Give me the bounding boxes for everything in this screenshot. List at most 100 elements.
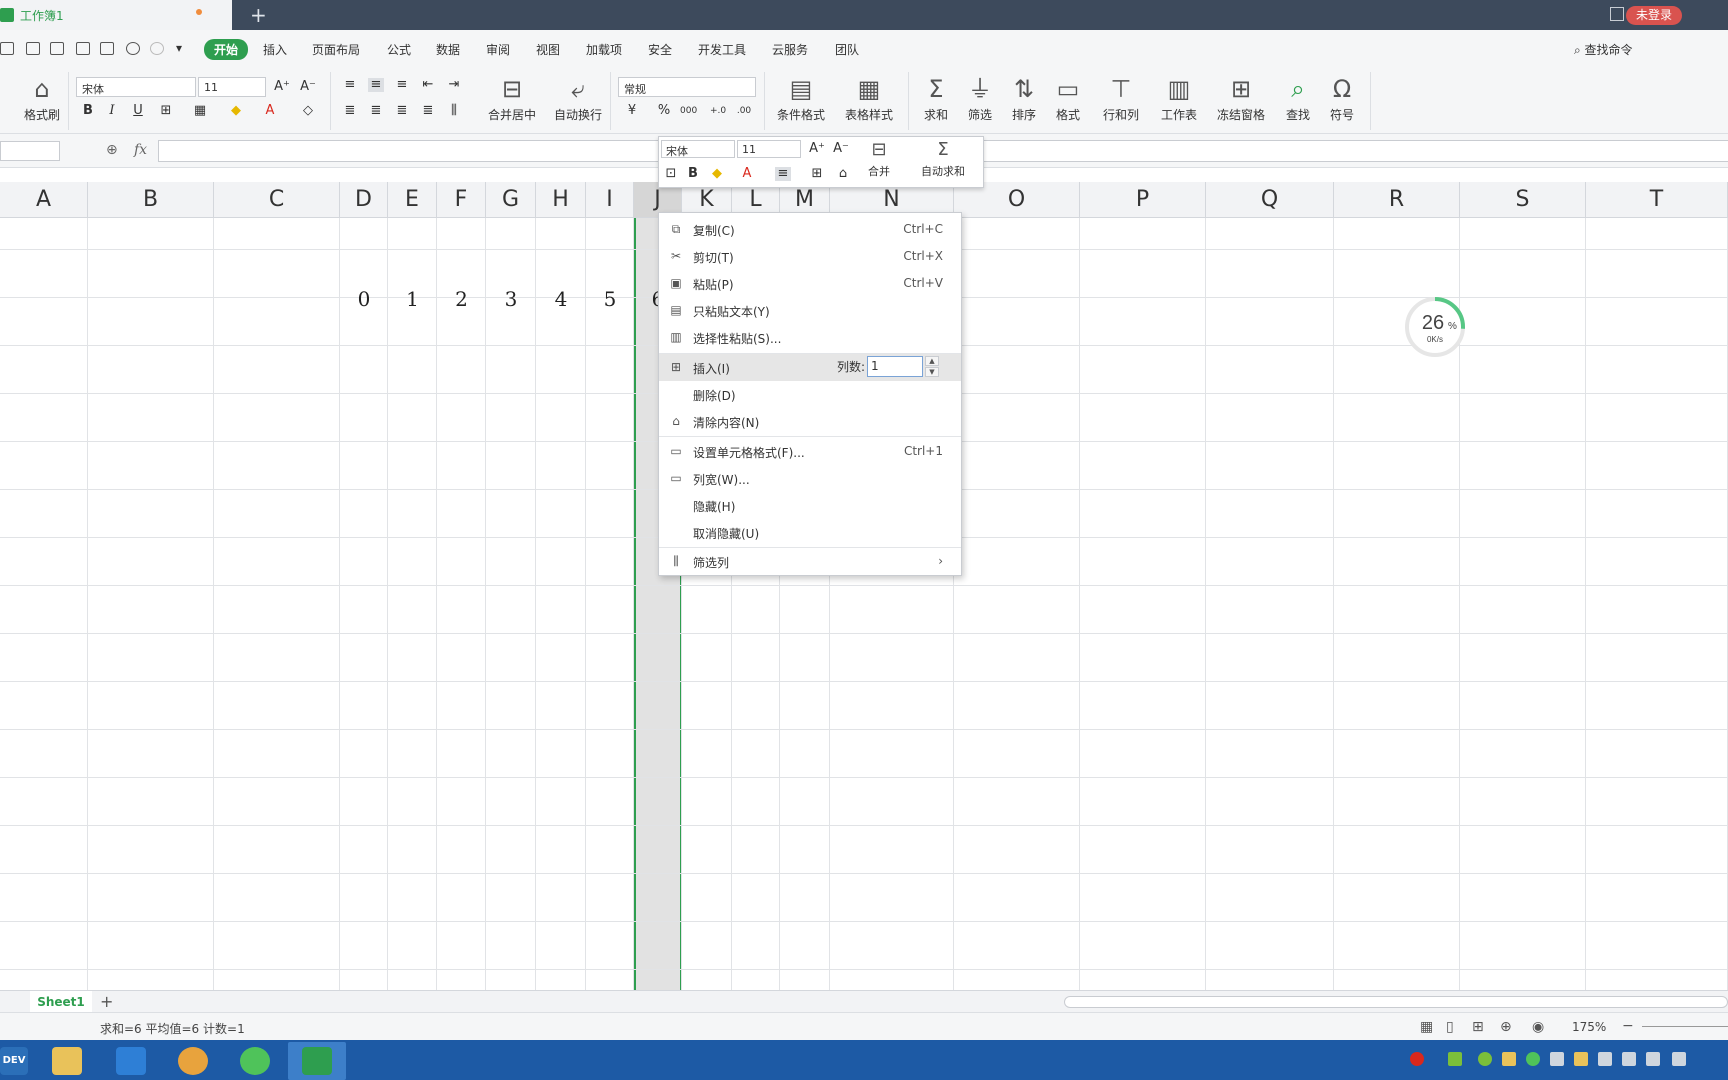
column-header-g[interactable]: G — [486, 182, 536, 218]
network-icon[interactable] — [1672, 1052, 1686, 1066]
mini-shrink-font-icon[interactable]: A⁻ — [833, 142, 849, 156]
clear-format-icon[interactable]: ◇ — [300, 104, 316, 118]
tray-display-icon[interactable] — [1598, 1052, 1612, 1066]
align-middle-icon[interactable]: ≡ — [368, 78, 384, 92]
worksheet-button[interactable]: ▥ 工作表 — [1154, 76, 1204, 123]
menu-team[interactable]: 团队 — [835, 41, 859, 58]
taskbar-feishu[interactable] — [102, 1042, 160, 1080]
cell-value[interactable]: 5 — [590, 287, 630, 311]
cell-value[interactable]: 4 — [541, 287, 581, 311]
tray-folder-icon[interactable] — [1574, 1052, 1588, 1066]
tray-app-icon[interactable] — [1448, 1052, 1462, 1066]
menu-view[interactable]: 视图 — [536, 41, 560, 58]
align-right-icon[interactable]: ≣ — [394, 104, 410, 118]
wrap-text-button[interactable]: ⤶ 自动换行 — [550, 76, 606, 123]
mini-autosum-button[interactable]: Σ 自动求和 — [907, 139, 979, 179]
taskbar-wps-spreadsheet[interactable] — [288, 1042, 346, 1080]
redo-icon[interactable] — [150, 42, 164, 55]
menu-home[interactable]: 开始 — [204, 39, 249, 60]
print-icon[interactable] — [76, 42, 90, 55]
align-center-icon[interactable]: ≣ — [368, 104, 384, 118]
find-button[interactable]: ⌕ 查找 — [1278, 76, 1318, 123]
column-header-q[interactable]: Q — [1206, 182, 1334, 218]
column-header-h[interactable]: H — [536, 182, 586, 218]
column-header-r[interactable]: R — [1334, 182, 1460, 218]
column-header-s[interactable]: S — [1460, 182, 1586, 218]
menu-formulas[interactable]: 公式 — [387, 41, 411, 58]
network-speed-widget[interactable]: 26 % 0K/s — [1404, 296, 1466, 358]
column-header-t[interactable]: T — [1586, 182, 1728, 218]
borders-icon[interactable]: ⊞ — [158, 104, 174, 118]
spin-down-icon[interactable]: ▼ — [925, 367, 939, 377]
table-style-button[interactable]: ▦ 表格样式 — [838, 76, 900, 123]
mini-grow-font-icon[interactable]: A⁺ — [809, 142, 825, 156]
sort-button[interactable]: ⇅ 排序 — [1004, 76, 1044, 123]
menu-paste-special[interactable]: ▥ 选择性粘贴(S)... — [659, 324, 961, 351]
filter-button[interactable]: ⏚ 筛选 — [960, 76, 1000, 123]
decrease-indent-icon[interactable]: ⇤ — [420, 78, 436, 92]
cell-value[interactable]: 3 — [491, 287, 531, 311]
mini-clear-icon[interactable]: ⌂ — [835, 167, 851, 181]
menu-cut[interactable]: ✂ 剪切(T) Ctrl+X — [659, 243, 961, 270]
menu-review[interactable]: 审阅 — [486, 41, 510, 58]
shrink-font-icon[interactable]: A⁻ — [300, 80, 316, 94]
conditional-format-button[interactable]: ▤ 条件格式 — [770, 76, 832, 123]
tray-device-icon[interactable] — [1622, 1052, 1636, 1066]
decrease-decimal-icon[interactable]: .00 — [736, 104, 752, 118]
menu-format-cells[interactable]: ▭ 设置单元格格式(F)... Ctrl+1 — [659, 438, 961, 465]
menu-developer[interactable]: 开发工具 — [698, 41, 746, 58]
volume-icon[interactable] — [1646, 1052, 1660, 1066]
tray-yellow-icon[interactable] — [1502, 1052, 1516, 1066]
align-top-icon[interactable]: ≡ — [342, 78, 358, 92]
sogou-icon[interactable] — [1410, 1052, 1424, 1066]
fill-style-icon[interactable]: ▦ — [192, 104, 208, 118]
mini-bold-button[interactable]: B — [685, 167, 701, 181]
window-layout-icon[interactable] — [1610, 7, 1624, 21]
normal-view-icon[interactable]: ▦ — [1420, 1019, 1433, 1035]
menu-clear-contents[interactable]: ⌂ 清除内容(N) — [659, 408, 961, 435]
column-header-c[interactable]: C — [214, 182, 340, 218]
sum-button[interactable]: Σ 求和 — [916, 76, 956, 123]
merge-center-button[interactable]: ⊟ 合并居中 — [482, 76, 542, 123]
cell-value[interactable]: 2 — [442, 287, 482, 311]
open-icon[interactable] — [0, 42, 14, 55]
insert-count-input[interactable]: 1 — [867, 356, 923, 377]
taskbar-wechat[interactable] — [226, 1042, 284, 1080]
zoom-level[interactable]: 175% — [1572, 1020, 1606, 1034]
thousands-icon[interactable]: 000 — [680, 104, 697, 118]
mini-borders-icon[interactable]: ⊞ — [809, 167, 825, 181]
menu-unhide[interactable]: 取消隐藏(U) — [659, 519, 961, 546]
format-button[interactable]: ▭ 格式 — [1048, 76, 1088, 123]
tray-green-icon[interactable] — [1478, 1052, 1492, 1066]
save-icon[interactable] — [26, 42, 40, 55]
number-format-select[interactable]: 常规 — [618, 77, 756, 97]
sheet-tab-sheet1[interactable]: Sheet1 — [30, 991, 92, 1013]
print-preview-icon[interactable] — [100, 42, 114, 55]
menu-filter-columns[interactable]: ⫼ 筛选列 › — [659, 548, 961, 575]
freeze-panes-button[interactable]: ⊞ 冻结窗格 — [1210, 76, 1272, 123]
increase-indent-icon[interactable]: ⇥ — [446, 78, 462, 92]
menu-insert[interactable]: 插入 — [263, 41, 287, 58]
reading-mode-icon[interactable]: ⊕ — [1500, 1019, 1512, 1035]
horizontal-scrollbar[interactable] — [1064, 996, 1728, 1008]
column-header-b[interactable]: B — [88, 182, 214, 218]
tray-wechat-icon[interactable] — [1526, 1052, 1540, 1066]
menu-data[interactable]: 数据 — [436, 41, 460, 58]
justify-icon[interactable]: ≣ — [420, 104, 436, 118]
grow-font-icon[interactable]: A⁺ — [274, 80, 290, 94]
zoom-slider[interactable] — [1642, 1026, 1728, 1027]
name-box[interactable] — [0, 141, 60, 161]
spin-up-icon[interactable]: ▲ — [925, 356, 939, 366]
tray-usb-icon[interactable] — [1550, 1052, 1564, 1066]
taskbar-browser[interactable] — [164, 1042, 222, 1080]
menu-page-layout[interactable]: 页面布局 — [312, 41, 360, 58]
align-bottom-icon[interactable]: ≡ — [394, 78, 410, 92]
column-header-d[interactable]: D — [340, 182, 388, 218]
menu-delete[interactable]: 删除(D) — [659, 381, 961, 408]
mini-font-name[interactable]: 宋体 — [661, 140, 735, 158]
italic-button[interactable]: I — [104, 104, 120, 118]
undo-icon[interactable] — [126, 42, 140, 55]
page-layout-view-icon[interactable]: ▯ — [1446, 1019, 1454, 1035]
new-tab-button[interactable]: + — [250, 3, 267, 27]
align-left-icon[interactable]: ≣ — [342, 104, 358, 118]
